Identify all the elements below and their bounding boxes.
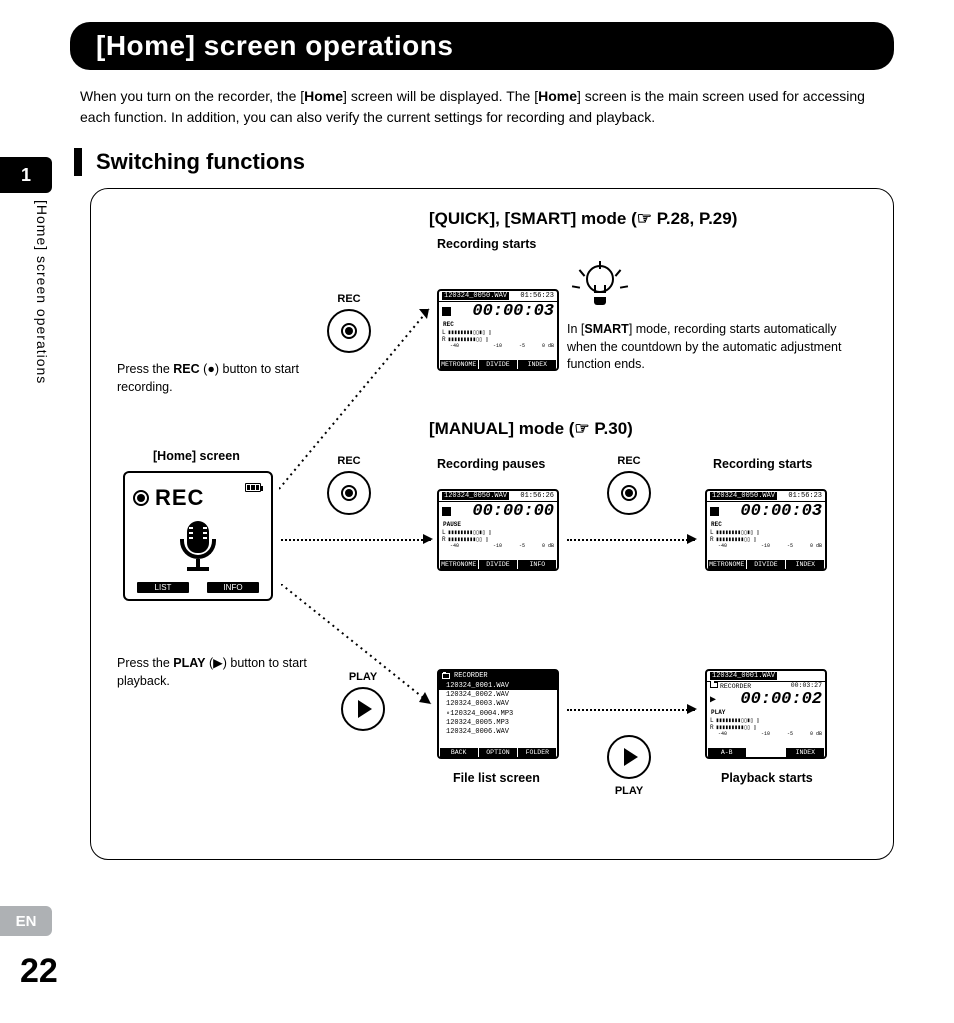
rec-button-icon: [327, 309, 371, 353]
lightbulb-icon: [577, 259, 623, 315]
play-button-left: PLAY: [341, 687, 385, 731]
page-number: 22: [20, 952, 58, 991]
lcd-home-screen: REC LISTINFO: [123, 471, 273, 601]
rec-button-icon: [607, 471, 651, 515]
rec-button-top: REC: [327, 309, 371, 353]
label-home-screen: [Home] screen: [153, 449, 240, 463]
battery-icon: [245, 483, 261, 492]
lcd-recording-manual: 120324_0050.WAV01:56:23 00:00:03 REC L▮▮…: [705, 489, 827, 571]
arrow-filelist-to-play: [567, 709, 695, 711]
rec-button-label: REC: [337, 293, 360, 305]
vertical-section-label: [Home] screen operations: [34, 200, 50, 384]
page-title-bar: [Home] screen operations: [70, 22, 894, 70]
arrow-pause-to-rec: [567, 539, 695, 541]
intro-paragraph: When you turn on the recorder, the [Home…: [80, 86, 884, 128]
list-item: 120324_0001.WAV: [439, 681, 557, 690]
label-recording-pauses: Recording pauses: [437, 457, 545, 471]
label-file-list: File list screen: [453, 771, 540, 785]
play-button-right: PLAY: [607, 735, 651, 779]
folder-icon: [442, 673, 450, 679]
language-badge: EN: [0, 906, 52, 936]
list-item: 120324_0006.WAV: [439, 727, 557, 736]
microphone-icon: [175, 521, 221, 571]
label-playback-starts: Playback starts: [721, 771, 813, 785]
lcd-file-list: RECORDER 120324_0001.WAV 120324_0002.WAV…: [437, 669, 559, 759]
smart-mode-note: In [SMART] mode, recording starts automa…: [567, 321, 853, 374]
rec-button-label: REC: [617, 455, 640, 467]
lcd-recording-quick: 120324_0050.WAV01:56:23 00:00:03 REC L▮▮…: [437, 289, 559, 371]
press-play-note: Press the PLAY (▶) button to start playb…: [117, 655, 329, 690]
lcd-recording-pause: 120324_0050.WAV01:56:26 00:00:00 PAUSE L…: [437, 489, 559, 571]
folder-icon: [710, 682, 718, 688]
list-item: ∘120324_0004.MP3: [439, 708, 557, 718]
play-button-label: PLAY: [349, 671, 377, 683]
rec-button-right: REC: [607, 471, 651, 515]
section-title: Switching functions: [96, 149, 305, 175]
lcd-playback: 120324_0001.WAV RECORDER00:03:27 ▶00:00:…: [705, 669, 827, 759]
section-marker-icon: [74, 148, 82, 176]
label-recording-starts-top: Recording starts: [437, 237, 536, 251]
mode-heading-quick-smart: [QUICK], [SMART] mode (☞ P.28, P.29): [429, 209, 737, 229]
press-rec-note: Press the REC (●) button to start record…: [117, 361, 317, 396]
rec-button-mid: REC: [327, 471, 371, 515]
chapter-tab: 1: [0, 157, 52, 193]
rec-button-label: REC: [337, 455, 360, 467]
rec-text: REC: [155, 485, 204, 511]
section-heading-row: Switching functions: [74, 148, 894, 176]
play-button-icon: [341, 687, 385, 731]
rec-button-icon: [327, 471, 371, 515]
mode-heading-manual: [MANUAL] mode (☞ P.30): [429, 419, 633, 439]
list-item: 120324_0003.WAV: [439, 699, 557, 708]
play-button-label: PLAY: [615, 785, 643, 797]
rec-indicator-icon: [133, 490, 149, 506]
page-title: [Home] screen operations: [96, 30, 453, 61]
list-item: 120324_0002.WAV: [439, 690, 557, 699]
label-recording-starts-right: Recording starts: [713, 457, 812, 471]
flow-diagram: [QUICK], [SMART] mode (☞ P.28, P.29) Rec…: [90, 188, 894, 860]
play-button-icon: [607, 735, 651, 779]
list-item: 120324_0005.MP3: [439, 718, 557, 727]
arrow-home-to-pause: [281, 539, 431, 541]
